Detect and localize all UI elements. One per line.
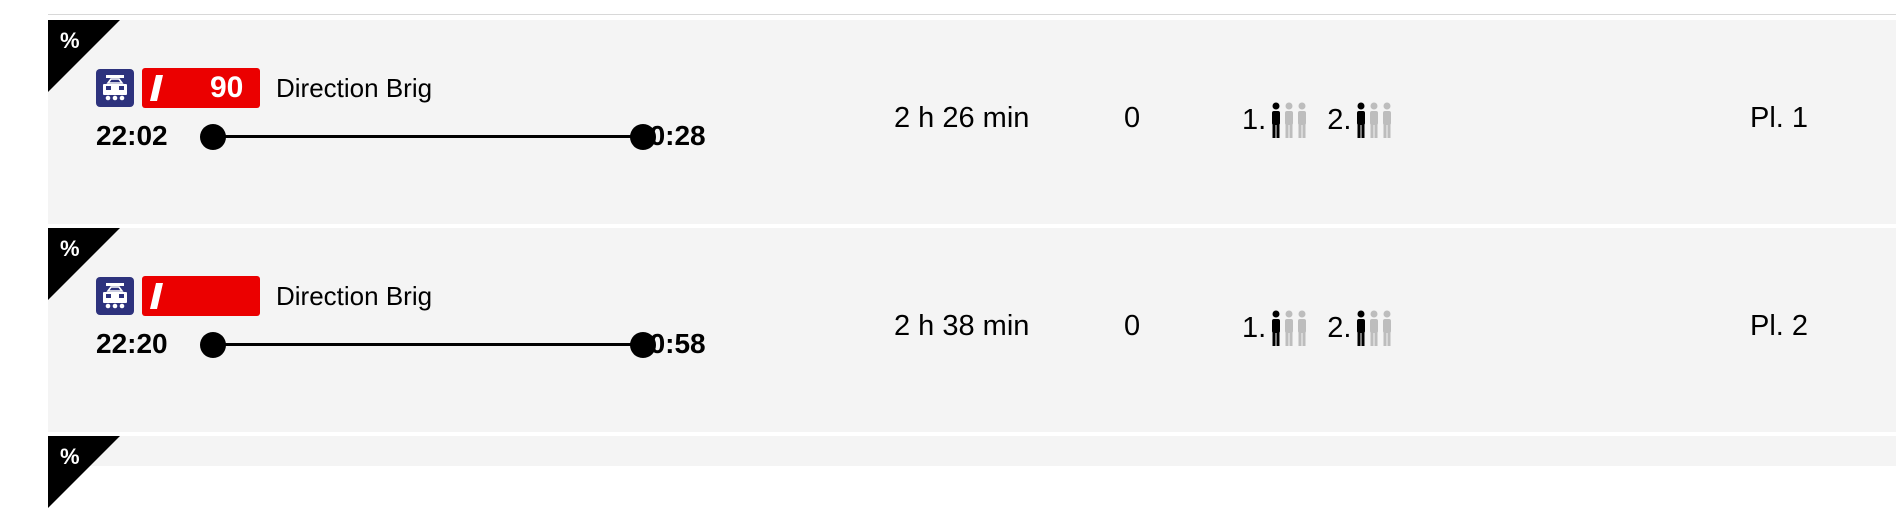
connection-row[interactable]: % 90 Direction Brig 22:02 00:28 2 h 26 m… [48, 20, 1896, 224]
ir-logo-icon [150, 283, 187, 309]
direction-label: Direction Brig [276, 72, 433, 103]
platform-label: Pl. 1 [1750, 102, 1809, 134]
connection-row[interactable]: % [48, 436, 1896, 508]
first-class-label: 1. [1242, 311, 1267, 344]
number-of-changes: 0 [1124, 102, 1141, 134]
product-info: 90 Direction Brig [96, 68, 432, 108]
train-icon [96, 277, 134, 315]
journey-duration: 2 h 26 min [894, 102, 1030, 134]
direction-label: Direction Brig [276, 280, 433, 311]
train-category-badge: 90 [142, 68, 260, 108]
train-category-badge [142, 276, 260, 316]
occupancy-low-icon [1355, 310, 1394, 346]
occupancy-low-icon [1270, 310, 1309, 346]
journey-duration: 2 h 38 min [894, 310, 1030, 342]
arrival-time: 00:28 [634, 120, 706, 151]
timeline-line [214, 343, 642, 346]
departure-time: 22:02 [96, 120, 168, 151]
arrival-time: 00:58 [634, 328, 706, 359]
second-class-label: 2. [1327, 103, 1352, 136]
first-class-occupancy: 1. [1242, 310, 1309, 346]
journey-timeline [200, 330, 656, 360]
occupancy-low-icon [1270, 102, 1309, 138]
train-icon [96, 69, 134, 107]
second-class-label: 2. [1327, 311, 1352, 344]
platform-label: Pl. 2 [1750, 310, 1809, 342]
occupancy-low-icon [1355, 102, 1394, 138]
second-class-occupancy: 2. [1327, 102, 1394, 138]
departure-time: 22:20 [96, 328, 168, 359]
second-class-occupancy: 2. [1327, 310, 1394, 346]
occupancy-forecast: 1. 2. [1242, 308, 1412, 348]
first-class-label: 1. [1242, 103, 1267, 136]
first-class-occupancy: 1. [1242, 102, 1309, 138]
timeline-line [214, 135, 642, 138]
product-info: Direction Brig [96, 276, 432, 316]
departure-dot [200, 332, 226, 358]
percent-icon: % [60, 444, 80, 469]
journey-timeline [200, 122, 656, 152]
occupancy-forecast: 1. 2. [1242, 100, 1412, 140]
percent-icon: % [60, 236, 80, 261]
ir-logo-icon [150, 75, 187, 101]
line-number: 90 [210, 71, 244, 104]
percent-icon: % [60, 28, 80, 53]
connection-row[interactable]: % Direction Brig 22:20 00:58 2 h 38 min … [48, 228, 1896, 432]
departure-dot [200, 124, 226, 150]
previous-connection-edge [48, 0, 1896, 15]
number-of-changes: 0 [1124, 310, 1141, 342]
discount-badge: % [48, 436, 120, 508]
